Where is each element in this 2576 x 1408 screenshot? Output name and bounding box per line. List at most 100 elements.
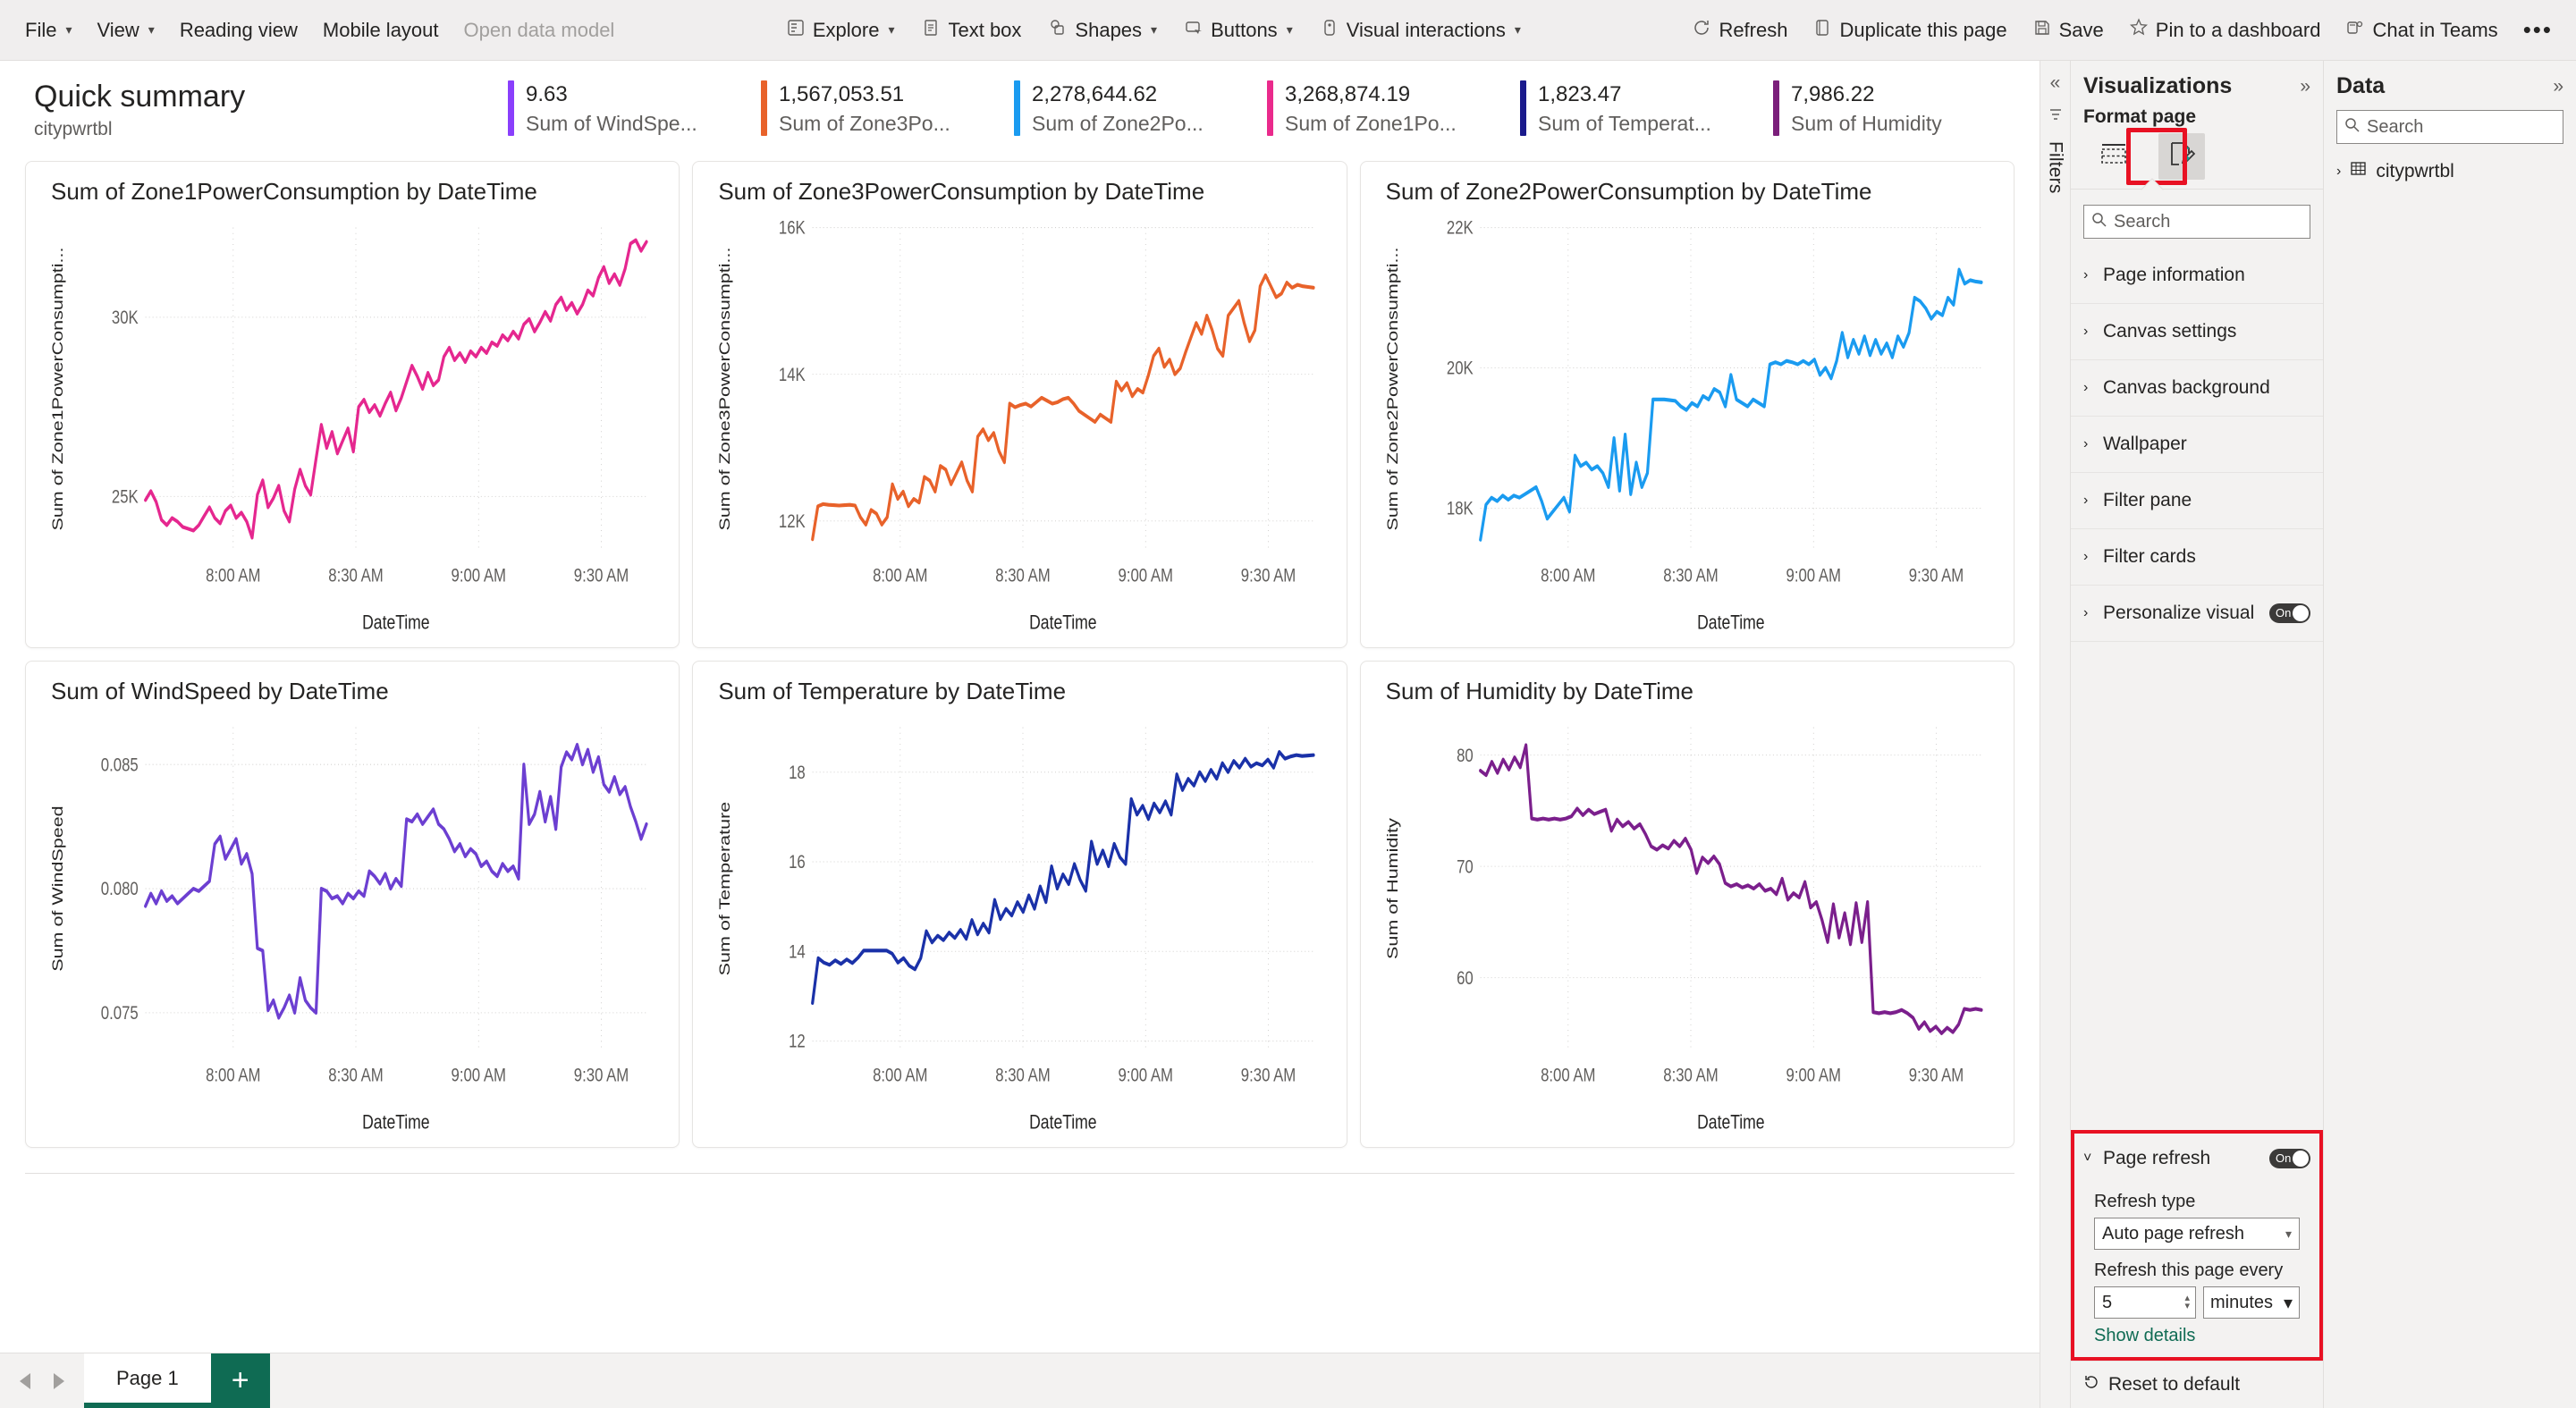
kpi-label: Sum of WindSpe...: [526, 111, 697, 135]
ribbon-reading-view-button[interactable]: Reading view: [169, 11, 308, 50]
ribbon-reading-view-label: Reading view: [179, 18, 298, 41]
kpi-value: 7,986.22: [1791, 82, 1875, 107]
data-table-citypwrtbl[interactable]: › citypwrtbl: [2324, 153, 2576, 190]
visual-card[interactable]: Sum of Humidity by DateTime 60 70 80 Sum of …: [1359, 661, 2014, 1148]
page-prev-arrow-icon[interactable]: [20, 1372, 30, 1389]
visual-plot-area[interactable]: 12K 14K 16K Sum of Zone3PowerConsumpti... 8:…: [705, 207, 1333, 638]
kpi-card[interactable]: 1,823.47 Sum of Temperat...: [1520, 80, 1773, 137]
expand-data-pane-icon[interactable]: »: [2553, 76, 2563, 97]
expand-visualizations-icon[interactable]: »: [2300, 76, 2310, 97]
svg-text:Sum of WindSpeed: Sum of WindSpeed: [50, 805, 66, 971]
visual-plot-area[interactable]: 0.075 0.080 0.085 Sum of WindSpeed 8:00 AM 8:…: [38, 707, 666, 1138]
ribbon-mobile-layout-button[interactable]: Mobile layout: [312, 11, 450, 50]
accordion-item-canvas-settings[interactable]: › Canvas settings: [2071, 304, 2323, 360]
visual-card[interactable]: Sum of Zone3PowerConsumption by DateTime…: [692, 161, 1347, 648]
ribbon-buttons-button[interactable]: Buttons ▾: [1173, 11, 1304, 50]
chevron-right-icon[interactable]: ›: [2336, 164, 2341, 180]
ribbon-view-label: View: [97, 18, 139, 41]
canvas-bottom-divider: [25, 1173, 2014, 1174]
ribbon-chat-teams-button[interactable]: Chat in Teams: [2335, 11, 2508, 50]
visualizations-search-input[interactable]: Search: [2083, 205, 2310, 239]
line-chart-svg: 12 14 16 18 Sum of Temperature 8:00 AM 8:30 AM…: [718, 727, 1315, 1134]
visual-interactions-icon: [1320, 18, 1339, 43]
visual-card[interactable]: Sum of Zone2PowerConsumption by DateTime…: [1359, 161, 2014, 648]
visual-card[interactable]: Sum of Temperature by DateTime 12 14 16 18 Su…: [692, 661, 1347, 1148]
visual-title: Sum of Zone3PowerConsumption by DateTime: [718, 178, 1205, 205]
fields-pane-icon-button[interactable]: [2090, 133, 2137, 180]
svg-text:80: 80: [1457, 746, 1474, 766]
ribbon-file-menu[interactable]: File ▾: [14, 11, 82, 50]
refresh-type-select[interactable]: Auto page refresh ▾: [2094, 1218, 2300, 1250]
page-next-arrow-icon[interactable]: [54, 1372, 64, 1389]
kpi-text: 1,567,053.51 Sum of Zone3Po...: [779, 80, 950, 137]
refresh-interval-row: 5 ▴ ▾ minutes ▾: [2094, 1286, 2300, 1319]
ribbon-view-menu[interactable]: View ▾: [86, 11, 165, 50]
visual-card[interactable]: Sum of WindSpeed by DateTime 0.075 0.080 0.…: [25, 661, 680, 1148]
visual-plot-area[interactable]: 12 14 16 18 Sum of Temperature 8:00 AM 8:30 AM…: [705, 707, 1333, 1138]
ribbon-open-data-model-button[interactable]: Open data model: [453, 11, 626, 50]
filter-pane-icon: [2048, 106, 2064, 127]
page-refresh-toggle[interactable]: On: [2269, 1148, 2310, 1168]
kpi-value: 2,278,644.62: [1032, 82, 1158, 107]
kpi-card[interactable]: 3,268,874.19 Sum of Zone1Po...: [1267, 80, 1520, 137]
accordion-item-filter-pane[interactable]: › Filter pane: [2071, 473, 2323, 529]
visualizations-pane-header: Visualizations »: [2071, 61, 2323, 103]
svg-text:8:00 AM: 8:00 AM: [206, 1066, 260, 1086]
accordion-item-page-refresh[interactable]: ˅ Page refresh On: [2071, 1130, 2323, 1186]
svg-text:DateTime: DateTime: [1697, 1112, 1764, 1134]
toggle-knob: [2293, 605, 2309, 621]
line-chart-svg: 0.075 0.080 0.085 Sum of WindSpeed 8:00 AM 8:…: [50, 727, 648, 1134]
visual-grid: Sum of Zone1PowerConsumption by DateTime…: [0, 157, 2040, 1148]
page-nav-arrows: [0, 1353, 84, 1408]
ribbon-refresh-button[interactable]: Refresh: [1681, 11, 1798, 50]
ribbon-textbox-button[interactable]: Text box: [910, 11, 1032, 50]
ribbon-overflow-button[interactable]: •••: [2513, 11, 2563, 50]
accordion-item-canvas-background[interactable]: › Canvas background: [2071, 360, 2323, 417]
accordion-item-page-information[interactable]: › Page information: [2071, 248, 2323, 304]
svg-text:9:30 AM: 9:30 AM: [1908, 1066, 1963, 1086]
accordion-item-toggle[interactable]: On: [2269, 603, 2310, 623]
kpi-card[interactable]: 9.63 Sum of WindSpe...: [508, 80, 761, 137]
format-page-icon-button[interactable]: [2158, 133, 2205, 180]
visual-card[interactable]: Sum of Zone1PowerConsumption by DateTime…: [25, 161, 680, 648]
kpi-label: Sum of Temperat...: [1538, 111, 1711, 135]
ribbon-visual-interactions-button[interactable]: Visual interactions ▾: [1309, 11, 1532, 50]
ribbon-shapes-label: Shapes: [1075, 18, 1143, 41]
chevron-right-icon: ›: [2083, 549, 2089, 564]
ribbon-explore-button[interactable]: Explore ▾: [775, 11, 906, 50]
chevron-down-icon: ▾: [65, 22, 72, 37]
svg-text:9:00 AM: 9:00 AM: [1119, 1066, 1173, 1086]
page-title: Quick summary: [34, 79, 246, 114]
ribbon-duplicate-page-button[interactable]: Duplicate this page: [1802, 11, 2017, 50]
page-tab-page-1[interactable]: Page 1: [84, 1353, 211, 1408]
svg-text:9:00 AM: 9:00 AM: [1119, 566, 1173, 586]
ribbon-pin-dashboard-button[interactable]: Pin to a dashboard: [2118, 11, 2332, 50]
report-canvas[interactable]: Quick summary citypwrtbl 9.63 Sum of Wind…: [0, 61, 2040, 1353]
reset-to-default-button[interactable]: Reset to default: [2071, 1361, 2323, 1408]
kpi-card[interactable]: 7,986.22 Sum of Humidity: [1773, 80, 2026, 137]
accordion-item-filter-cards[interactable]: › Filter cards: [2071, 529, 2323, 586]
visual-plot-area[interactable]: 18K 20K 22K Sum of Zone2PowerConsumpti... 8:…: [1373, 207, 2001, 638]
ribbon-save-button[interactable]: Save: [2022, 11, 2115, 50]
ribbon-shapes-button[interactable]: Shapes ▾: [1037, 11, 1168, 50]
accordion-item-personalize-visual[interactable]: › Personalize visual On: [2071, 586, 2323, 642]
stepper-arrows-icon[interactable]: ▴ ▾: [2184, 1294, 2190, 1311]
kpi-card[interactable]: 2,278,644.62 Sum of Zone2Po...: [1014, 80, 1267, 137]
refresh-interval-stepper[interactable]: 5 ▴ ▾: [2094, 1286, 2196, 1319]
accordion-item-wallpaper[interactable]: › Wallpaper: [2071, 417, 2323, 473]
ribbon-save-label: Save: [2058, 18, 2104, 41]
chevron-down-icon: ▾: [888, 22, 895, 37]
refresh-unit-select[interactable]: minutes ▾: [2203, 1286, 2300, 1319]
add-page-button[interactable]: +: [210, 1353, 270, 1408]
data-search-input[interactable]: Search: [2336, 110, 2563, 144]
filters-rail[interactable]: « Filters: [2040, 61, 2070, 1408]
stepper-down-icon[interactable]: ▾: [2184, 1302, 2190, 1311]
kpi-card[interactable]: 1,567,053.51 Sum of Zone3Po...: [761, 80, 1014, 137]
svg-text:9:30 AM: 9:30 AM: [574, 1066, 629, 1086]
visual-plot-area[interactable]: 60 70 80 Sum of Humidity 8:00 AM 8:30 AM 9:00 …: [1373, 707, 2001, 1138]
show-details-link[interactable]: Show details: [2094, 1326, 2300, 1346]
chevron-down-icon: ▾: [1286, 22, 1293, 37]
collapse-filters-icon[interactable]: «: [2050, 73, 2061, 92]
visual-plot-area[interactable]: 25K 30K Sum of Zone1PowerConsumpti... 8:00 …: [38, 207, 666, 638]
svg-text:14: 14: [789, 942, 806, 963]
